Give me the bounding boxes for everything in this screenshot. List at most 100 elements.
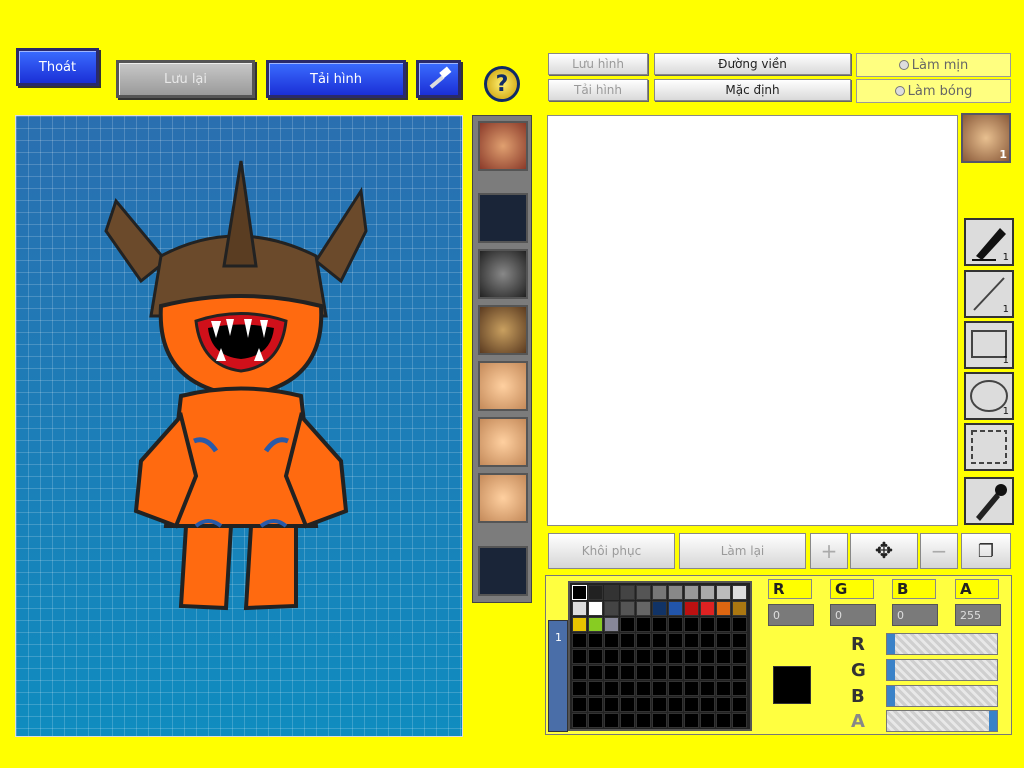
palette-color-cell[interactable] [684,601,699,616]
select-tool[interactable] [964,423,1014,471]
palette-color-cell[interactable] [572,681,587,696]
palette-color-cell[interactable] [588,665,603,680]
g-slider[interactable] [886,659,998,681]
palette-color-cell[interactable] [572,585,587,600]
palette-color-cell[interactable] [732,681,747,696]
palette-color-cell[interactable] [604,617,619,632]
palette-color-cell[interactable] [700,601,715,616]
layer-button[interactable]: ❐ [961,533,1011,569]
palette-color-cell[interactable] [588,617,603,632]
palette-color-cell[interactable] [732,601,747,616]
ellipse-tool[interactable]: 1 [964,372,1014,420]
palette-color-cell[interactable] [732,713,747,728]
palette-color-cell[interactable] [668,633,683,648]
palette-color-cell[interactable] [588,713,603,728]
palette-color-cell[interactable] [700,713,715,728]
palette-color-cell[interactable] [636,697,651,712]
thumbnail-item[interactable] [478,417,528,467]
b-value-field[interactable]: 0 [892,604,938,626]
palette-color-cell[interactable] [716,681,731,696]
thumbnail-item[interactable] [478,361,528,411]
palette-color-cell[interactable] [732,633,747,648]
palette-color-cell[interactable] [668,585,683,600]
palette-color-cell[interactable] [588,681,603,696]
palette-color-cell[interactable] [604,601,619,616]
palette-color-cell[interactable] [588,649,603,664]
palette-color-cell[interactable] [668,681,683,696]
palette-color-cell[interactable] [700,681,715,696]
palette-color-cell[interactable] [652,601,667,616]
palette-color-cell[interactable] [700,633,715,648]
palette-color-cell[interactable] [604,697,619,712]
palette-color-cell[interactable] [604,665,619,680]
thumbnail-item[interactable] [478,473,528,523]
palette-color-cell[interactable] [732,649,747,664]
palette-color-cell[interactable] [572,713,587,728]
thumbnail-item[interactable] [478,305,528,355]
palette-color-cell[interactable] [636,713,651,728]
palette-color-cell[interactable] [572,697,587,712]
g-slider-knob[interactable] [887,660,895,680]
b-slider[interactable] [886,685,998,707]
palette-color-cell[interactable] [636,617,651,632]
palette-color-cell[interactable] [668,697,683,712]
palette-color-cell[interactable] [572,649,587,664]
palette-color-cell[interactable] [636,601,651,616]
palette-color-cell[interactable] [604,681,619,696]
zoom-in-button[interactable]: + [810,533,848,569]
palette-tabs[interactable]: 1 [548,620,568,732]
palette-color-cell[interactable] [732,585,747,600]
palette-color-cell[interactable] [732,617,747,632]
palette-color-cell[interactable] [604,585,619,600]
palette-color-cell[interactable] [620,713,635,728]
palette-color-cell[interactable] [604,713,619,728]
palette-color-cell[interactable] [668,713,683,728]
shadow-option[interactable]: Làm bóng [856,79,1011,103]
reload-image-button[interactable]: Tải hình [548,79,648,101]
character-stage[interactable] [15,115,463,737]
palette-color-cell[interactable] [652,697,667,712]
r-slider-knob[interactable] [887,634,895,654]
palette-grid[interactable] [568,581,752,731]
palette-color-cell[interactable] [652,633,667,648]
rectangle-tool[interactable]: 1 [964,321,1014,369]
palette-color-cell[interactable] [636,585,651,600]
a-channel-tab[interactable]: A [955,579,999,599]
r-value-field[interactable]: 0 [768,604,814,626]
palette-color-cell[interactable] [684,585,699,600]
thumbnail-item[interactable] [478,546,528,596]
save-button[interactable]: Lưu lại [116,60,255,98]
thumbnail-item[interactable] [478,121,528,171]
palette-color-cell[interactable] [668,617,683,632]
palette-color-cell[interactable] [716,665,731,680]
palette-color-cell[interactable] [716,585,731,600]
palette-color-cell[interactable] [684,617,699,632]
thumbnail-item[interactable] [478,193,528,243]
palette-color-cell[interactable] [684,697,699,712]
palette-color-cell[interactable] [636,649,651,664]
redo-button[interactable]: Làm lại [679,533,806,569]
default-button[interactable]: Mặc định [654,79,851,101]
palette-color-cell[interactable] [700,665,715,680]
a-value-field[interactable]: 255 [955,604,1001,626]
palette-color-cell[interactable] [684,713,699,728]
palette-color-cell[interactable] [652,617,667,632]
avatar-button[interactable]: 1 [961,113,1011,163]
palette-color-cell[interactable] [668,649,683,664]
palette-color-cell[interactable] [684,681,699,696]
exit-button[interactable]: Thoát [16,48,99,86]
palette-color-cell[interactable] [588,585,603,600]
palette-color-cell[interactable] [716,713,731,728]
palette-color-cell[interactable] [716,617,731,632]
g-channel-tab[interactable]: G [830,579,874,599]
palette-color-cell[interactable] [636,633,651,648]
palette-color-cell[interactable] [572,665,587,680]
drawing-canvas[interactable] [547,115,958,526]
eyedropper-tool[interactable] [964,477,1014,525]
palette-color-cell[interactable] [684,649,699,664]
a-slider[interactable] [886,710,998,732]
palette-color-cell[interactable] [620,601,635,616]
palette-color-cell[interactable] [588,633,603,648]
zoom-out-button[interactable]: − [920,533,958,569]
palette-color-cell[interactable] [732,665,747,680]
